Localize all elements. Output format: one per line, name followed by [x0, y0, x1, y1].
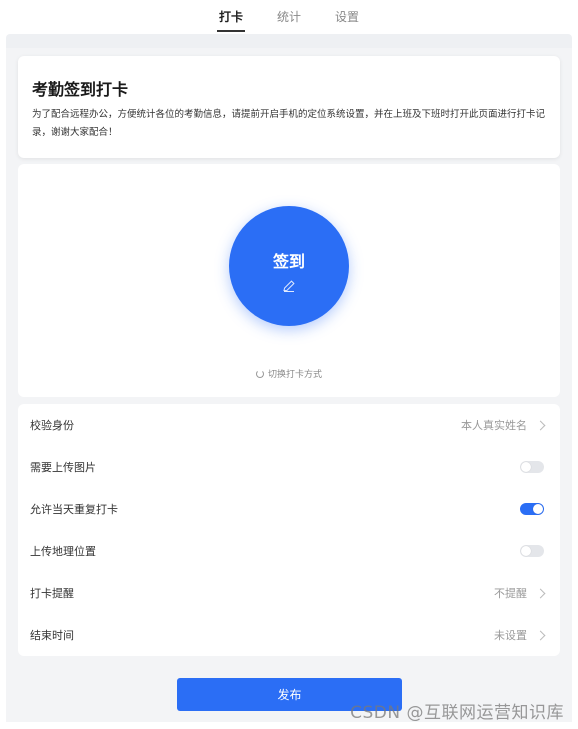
pencil-icon[interactable]	[281, 278, 297, 294]
watermark: CSDN @互联网运营知识库	[350, 703, 564, 723]
allow-repeat-toggle[interactable]	[520, 503, 544, 515]
setting-label: 打卡提醒	[30, 587, 74, 600]
setting-label: 上传地理位置	[30, 545, 96, 558]
tab-statistics[interactable]: 统计	[275, 8, 303, 32]
setting-row-upload-image: 需要上传图片	[30, 446, 544, 488]
switch-checkin-mode[interactable]: 切换打卡方式	[18, 367, 560, 380]
page-title: 考勤签到打卡	[32, 80, 129, 99]
sign-in-label: 签到	[272, 252, 305, 271]
sign-in-button[interactable]: 签到	[229, 206, 349, 326]
setting-label: 校验身份	[30, 419, 74, 432]
setting-row-upload-location: 上传地理位置	[30, 530, 544, 572]
chevron-right-icon	[535, 630, 546, 640]
chevron-right-icon	[535, 588, 546, 598]
tab-checkin[interactable]: 打卡	[216, 8, 245, 32]
setting-row-reminder[interactable]: 打卡提醒 不提醒	[30, 572, 546, 614]
upload-image-toggle[interactable]	[520, 461, 544, 473]
setting-value: 本人真实姓名	[461, 419, 527, 432]
refresh-icon	[255, 370, 264, 378]
sign-card: 签到 切换打卡方式	[18, 164, 560, 397]
setting-value: 未设置	[494, 629, 527, 642]
top-tabs: 打卡 统计 设置	[0, 0, 578, 32]
setting-row-end-time[interactable]: 结束时间 未设置	[30, 614, 546, 656]
tab-settings[interactable]: 设置	[333, 8, 361, 32]
setting-value: 不提醒	[494, 587, 527, 600]
setting-row-allow-repeat: 允许当天重复打卡	[30, 488, 544, 530]
chevron-right-icon	[535, 420, 546, 430]
intro-description: 为了配合远程办公，方便统计各位的考勤信息，请提前开启手机的定位系统设置，并在上班…	[32, 109, 546, 138]
setting-label: 结束时间	[30, 629, 74, 642]
content-area: 考勤签到打卡 为了配合远程办公，方便统计各位的考勤信息，请提前开启手机的定位系统…	[6, 48, 572, 722]
setting-label: 允许当天重复打卡	[30, 503, 118, 516]
settings-card: 校验身份 本人真实姓名 需要上传图片 允许当天重复打卡 上传地理位置 打卡提醒	[18, 404, 560, 656]
upload-location-toggle[interactable]	[520, 545, 544, 557]
content-frame: 考勤签到打卡 为了配合远程办公，方便统计各位的考勤信息，请提前开启手机的定位系统…	[6, 34, 572, 722]
setting-row-verify-identity[interactable]: 校验身份 本人真实姓名	[30, 404, 546, 446]
intro-card: 考勤签到打卡 为了配合远程办公，方便统计各位的考勤信息，请提前开启手机的定位系统…	[18, 56, 560, 158]
setting-label: 需要上传图片	[30, 461, 96, 474]
switch-mode-label: 切换打卡方式	[267, 370, 322, 380]
